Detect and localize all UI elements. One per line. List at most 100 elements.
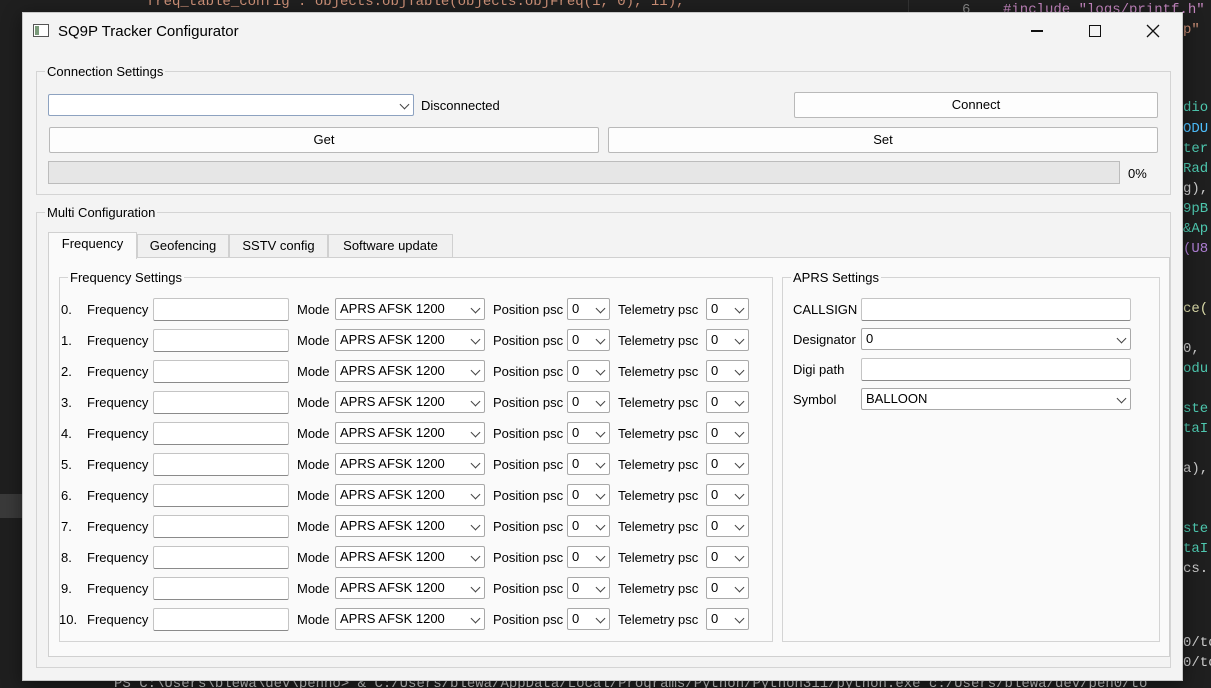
maximize-icon bbox=[1089, 25, 1101, 37]
telemetry-psc-select[interactable]: 0 bbox=[706, 298, 749, 320]
position-psc-select[interactable]: 0 bbox=[567, 360, 610, 382]
position-psc-select[interactable]: 0 bbox=[567, 453, 610, 475]
connection-settings-title: Connection Settings bbox=[45, 64, 166, 79]
mode-label: Mode bbox=[297, 333, 330, 348]
digi-path-input[interactable] bbox=[861, 358, 1131, 381]
progress-percent-label: 0% bbox=[1128, 166, 1147, 181]
telemetry-psc-select[interactable]: 0 bbox=[706, 360, 749, 382]
minimize-button[interactable] bbox=[1014, 13, 1060, 49]
mode-select[interactable]: APRS AFSK 1200 bbox=[335, 329, 485, 351]
telemetry-psc-value: 0 bbox=[711, 611, 719, 626]
position-psc-label: Position psc bbox=[493, 581, 564, 596]
symbol-value: BALLOON bbox=[866, 391, 928, 406]
mode-select[interactable]: APRS AFSK 1200 bbox=[335, 360, 485, 382]
mode-select[interactable]: APRS AFSK 1200 bbox=[335, 577, 485, 599]
position-psc-select[interactable]: 0 bbox=[567, 577, 610, 599]
callsign-input[interactable] bbox=[861, 298, 1131, 321]
chevron-down-icon bbox=[595, 582, 606, 593]
frequency-input[interactable] bbox=[153, 360, 289, 383]
designator-select[interactable]: 0 bbox=[861, 328, 1131, 350]
mode-select[interactable]: APRS AFSK 1200 bbox=[335, 298, 485, 320]
chevron-down-icon bbox=[595, 613, 606, 624]
telemetry-psc-select[interactable]: 0 bbox=[706, 453, 749, 475]
mode-value: APRS AFSK 1200 bbox=[340, 332, 445, 347]
telemetry-psc-select[interactable]: 0 bbox=[706, 515, 749, 537]
mode-select[interactable]: APRS AFSK 1200 bbox=[335, 608, 485, 630]
chevron-down-icon bbox=[734, 334, 745, 345]
connection-status: Disconnected bbox=[421, 98, 500, 113]
editor-code-line: ste bbox=[1183, 521, 1209, 537]
editor-code-line: 0, bbox=[1183, 341, 1209, 357]
frequency-label: Frequency bbox=[87, 612, 149, 627]
frequency-input[interactable] bbox=[153, 329, 289, 352]
set-button[interactable]: Set bbox=[608, 127, 1158, 153]
frequency-settings-title: Frequency Settings bbox=[68, 270, 185, 285]
mode-value: APRS AFSK 1200 bbox=[340, 487, 445, 502]
symbol-select[interactable]: BALLOON bbox=[861, 388, 1131, 410]
frequency-input[interactable] bbox=[153, 608, 289, 631]
mode-label: Mode bbox=[297, 457, 330, 472]
mode-label: Mode bbox=[297, 488, 330, 503]
position-psc-select[interactable]: 0 bbox=[567, 298, 610, 320]
position-psc-value: 0 bbox=[572, 487, 580, 502]
tab-geofencing[interactable]: Geofencing bbox=[137, 234, 229, 258]
editor-code-line: Rad bbox=[1183, 161, 1209, 177]
telemetry-psc-label: Telemetry psc bbox=[618, 488, 699, 503]
mode-label: Mode bbox=[297, 581, 330, 596]
telemetry-psc-select[interactable]: 0 bbox=[706, 484, 749, 506]
telemetry-psc-select[interactable]: 0 bbox=[706, 546, 749, 568]
telemetry-psc-select[interactable]: 0 bbox=[706, 329, 749, 351]
tab-software-update[interactable]: Software update bbox=[328, 234, 453, 258]
mode-select[interactable]: APRS AFSK 1200 bbox=[335, 515, 485, 537]
mode-select[interactable]: APRS AFSK 1200 bbox=[335, 391, 485, 413]
get-button[interactable]: Get bbox=[49, 127, 599, 153]
editor-code-line: 0/to bbox=[1183, 655, 1211, 671]
position-psc-select[interactable]: 0 bbox=[567, 515, 610, 537]
serial-port-select[interactable] bbox=[48, 94, 414, 116]
tab-frequency[interactable]: Frequency bbox=[48, 232, 137, 259]
frequency-input[interactable] bbox=[153, 484, 289, 507]
mode-select[interactable]: APRS AFSK 1200 bbox=[335, 484, 485, 506]
frequency-input[interactable] bbox=[153, 577, 289, 600]
close-button[interactable] bbox=[1130, 13, 1176, 49]
frequency-tab-panel: Frequency Settings 0. Frequency Mode APR… bbox=[48, 257, 1170, 657]
connect-button[interactable]: Connect bbox=[794, 92, 1158, 118]
window-title: SQ9P Tracker Configurator bbox=[58, 23, 239, 40]
frequency-input[interactable] bbox=[153, 546, 289, 569]
digi-path-label: Digi path bbox=[793, 362, 845, 377]
telemetry-psc-label: Telemetry psc bbox=[618, 333, 699, 348]
position-psc-value: 0 bbox=[572, 611, 580, 626]
chevron-down-icon bbox=[470, 365, 481, 376]
position-psc-select[interactable]: 0 bbox=[567, 391, 610, 413]
chevron-down-icon bbox=[399, 99, 410, 110]
telemetry-psc-select[interactable]: 0 bbox=[706, 422, 749, 444]
frequency-input[interactable] bbox=[153, 453, 289, 476]
telemetry-psc-select[interactable]: 0 bbox=[706, 577, 749, 599]
tab-sstv-config[interactable]: SSTV config bbox=[229, 234, 328, 258]
position-psc-select[interactable]: 0 bbox=[567, 329, 610, 351]
telemetry-psc-label: Telemetry psc bbox=[618, 457, 699, 472]
frequency-input[interactable] bbox=[153, 298, 289, 321]
title-bar[interactable]: SQ9P Tracker Configurator bbox=[23, 13, 1182, 49]
telemetry-psc-select[interactable]: 0 bbox=[706, 608, 749, 630]
telemetry-psc-value: 0 bbox=[711, 394, 719, 409]
position-psc-select[interactable]: 0 bbox=[567, 608, 610, 630]
frequency-input[interactable] bbox=[153, 391, 289, 414]
mode-select[interactable]: APRS AFSK 1200 bbox=[335, 546, 485, 568]
chevron-down-icon bbox=[470, 613, 481, 624]
frequency-input[interactable] bbox=[153, 422, 289, 445]
chevron-down-icon bbox=[595, 551, 606, 562]
telemetry-psc-value: 0 bbox=[711, 301, 719, 316]
position-psc-label: Position psc bbox=[493, 457, 564, 472]
row-index: 10. bbox=[59, 612, 78, 627]
position-psc-select[interactable]: 0 bbox=[567, 546, 610, 568]
telemetry-psc-select[interactable]: 0 bbox=[706, 391, 749, 413]
editor-code-line: freq_table_config : objects.objTable(obj… bbox=[130, 0, 685, 10]
frequency-input[interactable] bbox=[153, 515, 289, 538]
position-psc-select[interactable]: 0 bbox=[567, 422, 610, 444]
position-psc-select[interactable]: 0 bbox=[567, 484, 610, 506]
mode-select[interactable]: APRS AFSK 1200 bbox=[335, 453, 485, 475]
mode-select[interactable]: APRS AFSK 1200 bbox=[335, 422, 485, 444]
maximize-button[interactable] bbox=[1072, 13, 1118, 49]
mode-value: APRS AFSK 1200 bbox=[340, 580, 445, 595]
